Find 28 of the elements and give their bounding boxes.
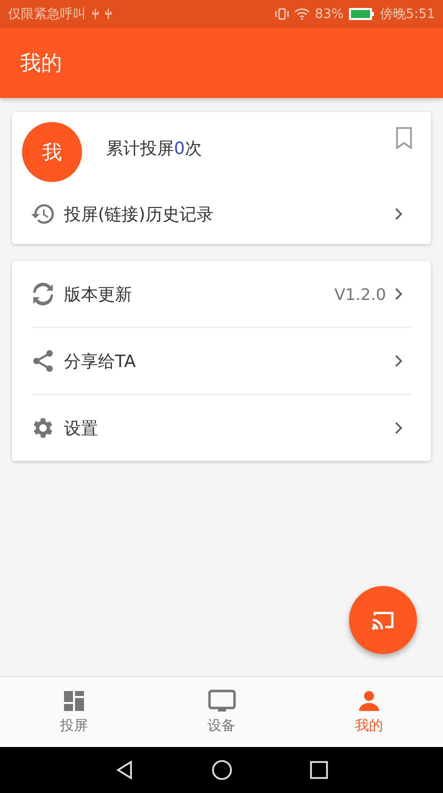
chevron-icon — [394, 287, 403, 301]
version-text: V1.2.0 — [334, 284, 386, 304]
bookmark-icon[interactable] — [395, 127, 413, 149]
person-icon — [357, 689, 382, 713]
menu-item[interactable]: 版本更新 V1.2.0 — [12, 261, 431, 327]
status-time: 傍晚5:51 — [380, 6, 435, 23]
menu-item[interactable]: 设置 — [12, 395, 431, 461]
grid-icon — [62, 689, 86, 713]
nav-tab[interactable]: 投屏 — [0, 677, 148, 747]
refresh-icon — [30, 281, 56, 307]
chevron-icon — [394, 354, 403, 368]
chevron-icon — [394, 207, 403, 221]
recents-icon[interactable] — [308, 760, 328, 780]
nav-tab[interactable]: 设备 — [148, 677, 296, 747]
cast-count-text: 累计投屏0次 — [106, 138, 202, 160]
cast-fab[interactable] — [349, 586, 417, 654]
battery-percent: 83% — [314, 6, 344, 22]
wifi-icon — [294, 8, 310, 20]
back-icon[interactable] — [114, 760, 134, 780]
home-icon[interactable] — [210, 759, 232, 781]
battery-icon — [348, 8, 375, 20]
menu-item[interactable]: 分享给TA — [12, 328, 431, 394]
history-item[interactable]: 投屏(链接)历史记录 — [12, 184, 431, 244]
chevron-icon — [394, 421, 403, 435]
monitor-icon — [208, 689, 236, 713]
app-title: 我的 — [20, 50, 62, 77]
vibrate-icon — [274, 8, 289, 20]
status-text: 仅限紧急呼叫 — [8, 6, 86, 23]
